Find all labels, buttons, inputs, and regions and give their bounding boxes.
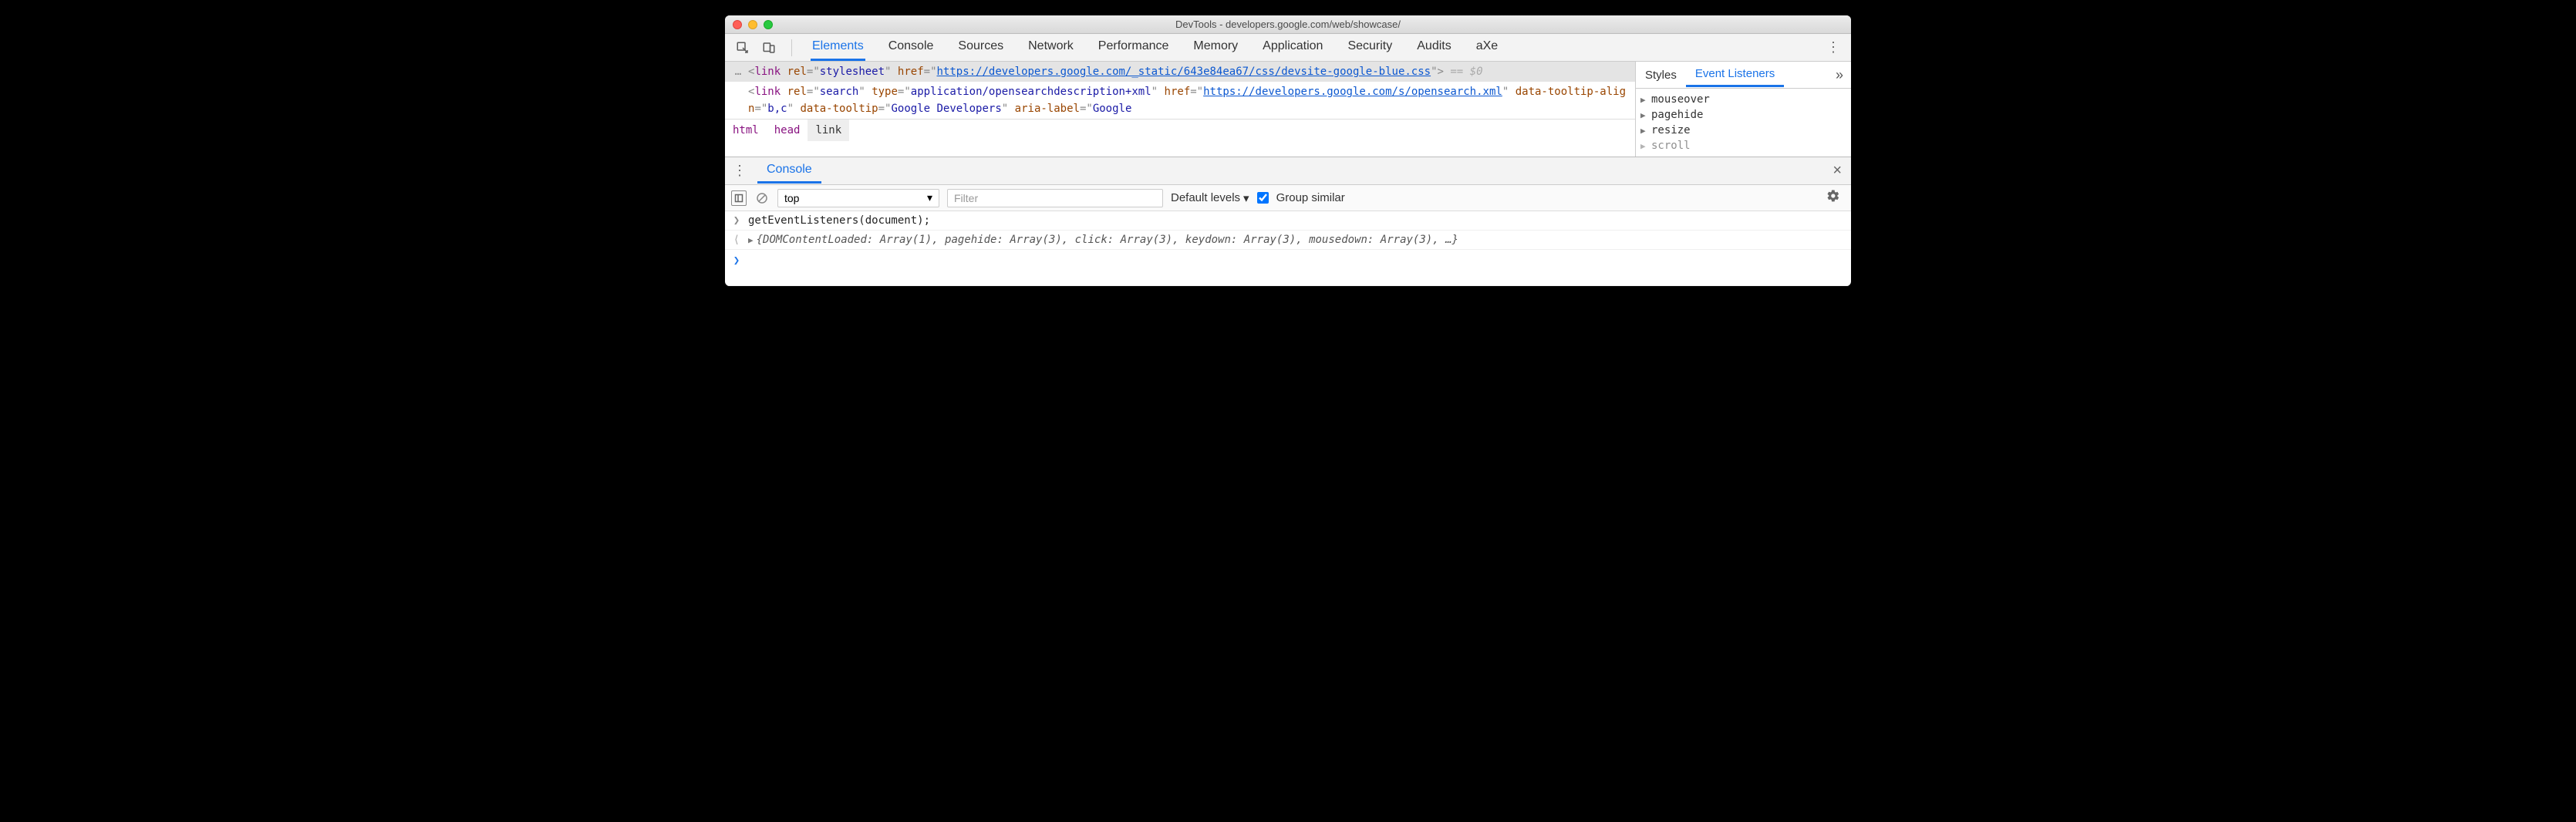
side-tab-event-listeners[interactable]: Event Listeners [1686,62,1784,87]
chevron-down-icon: ▾ [927,191,932,204]
inspect-element-icon[interactable] [730,35,756,61]
output-chevron-icon: ⟨ [731,234,742,246]
dom-source-line-2: <link rel="search" type="application/ope… [748,83,1629,117]
disclosure-triangle-icon: ▶ [1640,126,1648,136]
breadcrumb-item-head[interactable]: head [767,120,808,141]
tab-axe[interactable]: aXe [1475,35,1499,61]
tab-console[interactable]: Console [887,35,936,61]
console-input-text: getEventListeners(document); [748,214,930,227]
console-output-line[interactable]: ⟨ ▶{DOMContentLoaded: Array(1), pagehide… [725,231,1851,250]
maximize-window-button[interactable] [764,20,773,29]
main-split: … <link rel="stylesheet" href="https://d… [725,62,1851,157]
tab-memory[interactable]: Memory [1192,35,1239,61]
tab-sources[interactable]: Sources [956,35,1005,61]
disclosure-triangle-icon: ▶ [1640,95,1648,105]
disclosure-triangle-icon: ▶ [1640,110,1648,120]
context-selector[interactable]: top ▾ [777,189,939,207]
breadcrumb-item-link[interactable]: link [808,120,849,141]
dom-node[interactable]: <link rel="search" type="application/ope… [725,82,1635,119]
close-window-button[interactable] [733,20,742,29]
drawer-tabstrip: ⋮ Console × [725,157,1851,185]
sidepane-tabs: Styles Event Listeners » [1636,62,1851,89]
group-similar-checkbox[interactable] [1257,192,1269,204]
console-prompt[interactable]: ❯ [725,250,1851,286]
divider [791,39,792,56]
more-options-icon[interactable]: ⋮ [1816,39,1851,56]
tab-performance[interactable]: Performance [1097,35,1171,61]
toolbar-left-icons [725,35,787,61]
prompt-chevron-icon: ❯ [731,254,742,267]
clear-console-icon[interactable] [754,190,770,206]
tab-security[interactable]: Security [1346,35,1394,61]
context-label: top [784,192,799,204]
dom-node-selected[interactable]: … <link rel="stylesheet" href="https://d… [725,62,1635,82]
drawer-tab-console[interactable]: Console [757,158,821,184]
tab-audits[interactable]: Audits [1415,35,1452,61]
console-output-text: ▶{DOMContentLoaded: Array(1), pagehide: … [748,234,1458,246]
dom-source-line-1: <link rel="stylesheet" href="https://dev… [748,63,1629,80]
tab-application[interactable]: Application [1261,35,1324,61]
tab-elements[interactable]: Elements [811,35,865,61]
breadcrumb-item-html[interactable]: html [725,120,767,141]
event-listeners-list: ▶mouseover ▶pagehide ▶resize ▶scroll [1636,89,1851,157]
console-settings-icon[interactable] [1822,189,1845,207]
console-output: ❯ getEventListeners(document); ⟨ ▶{DOMCo… [725,211,1851,286]
console-input-line[interactable]: ❯ getEventListeners(document); [725,211,1851,231]
drawer-more-icon[interactable]: ⋮ [725,163,754,179]
listener-mouseover[interactable]: ▶mouseover [1640,92,1846,107]
disclosure-triangle-icon: ▶ [1640,141,1648,151]
elements-panel: … <link rel="stylesheet" href="https://d… [725,62,1635,157]
side-tab-styles[interactable]: Styles [1636,64,1686,86]
window-title: DevTools - developers.google.com/web/sho… [725,19,1851,30]
console-toolbar: top ▾ Default levels ▾ Group similar [725,185,1851,211]
console-drawer: ⋮ Console × top ▾ Default levels ▾ Group… [725,157,1851,286]
device-toolbar-icon[interactable] [756,35,782,61]
minimize-window-button[interactable] [748,20,757,29]
panel-tabs: Elements Console Sources Network Perform… [797,35,1499,61]
sidepane-more-icon[interactable]: » [1828,67,1851,83]
ellipsis-icon[interactable]: … [728,63,748,80]
input-chevron-icon: ❯ [731,214,742,227]
panel-tabstrip: Elements Console Sources Network Perform… [725,34,1851,62]
listener-resize[interactable]: ▶resize [1640,123,1846,138]
levels-label: Default levels [1171,191,1240,204]
close-drawer-button[interactable]: × [1823,162,1851,180]
log-levels-selector[interactable]: Default levels ▾ [1171,191,1249,205]
traffic-lights [733,20,773,29]
toggle-sidebar-icon[interactable] [731,190,747,206]
breadcrumb: html head link [725,119,1635,141]
devtools-window: DevTools - developers.google.com/web/sho… [725,15,1851,286]
listener-pagehide[interactable]: ▶pagehide [1640,107,1846,123]
filter-input[interactable] [947,189,1163,207]
listener-scroll[interactable]: ▶scroll [1640,138,1846,153]
group-similar-label: Group similar [1276,191,1345,204]
styles-sidepane: Styles Event Listeners » ▶mouseover ▶pag… [1635,62,1851,157]
chevron-down-icon: ▾ [1243,191,1249,205]
titlebar: DevTools - developers.google.com/web/sho… [725,15,1851,34]
expand-object-icon[interactable]: ▶ [748,235,754,245]
tab-network[interactable]: Network [1027,35,1075,61]
